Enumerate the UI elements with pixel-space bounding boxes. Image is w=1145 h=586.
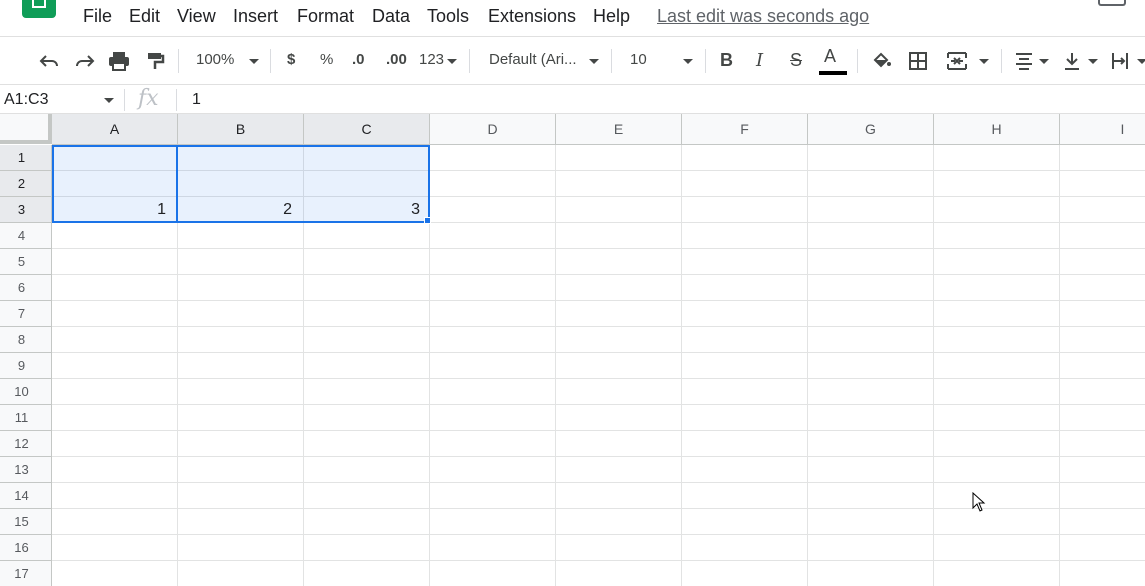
menu-insert[interactable]: Insert bbox=[233, 6, 278, 27]
fill-handle[interactable] bbox=[424, 217, 431, 224]
undo-icon[interactable] bbox=[36, 47, 62, 75]
menu-view[interactable]: View bbox=[177, 6, 216, 27]
row-header-10[interactable]: 10 bbox=[0, 379, 52, 405]
font-size-select[interactable]: 10 bbox=[630, 51, 647, 68]
borders-icon[interactable] bbox=[906, 47, 930, 75]
text-color-button[interactable]: A bbox=[824, 46, 836, 67]
row-header-17[interactable]: 17 bbox=[0, 561, 52, 586]
sheets-logo-icon[interactable] bbox=[22, 0, 56, 18]
merge-caret-icon[interactable] bbox=[979, 59, 989, 64]
column-header-g[interactable]: G bbox=[808, 114, 934, 145]
more-formats-caret-icon[interactable] bbox=[447, 59, 457, 64]
menu-extensions[interactable]: Extensions bbox=[488, 6, 576, 27]
more-formats-button[interactable]: 123 bbox=[419, 51, 444, 68]
text-wrapping-icon[interactable] bbox=[1108, 47, 1132, 75]
row-header-3[interactable]: 3 bbox=[0, 197, 52, 223]
font-size-caret-icon[interactable] bbox=[683, 59, 693, 64]
increase-decimal-button[interactable]: .00 bbox=[386, 51, 407, 68]
fx-icon: fx bbox=[138, 86, 159, 111]
print-icon[interactable] bbox=[106, 47, 132, 75]
row-header-7[interactable]: 7 bbox=[0, 301, 52, 327]
column-header-d[interactable]: D bbox=[430, 114, 556, 145]
select-all-corner[interactable] bbox=[0, 114, 52, 144]
cell-b3[interactable]: 2 bbox=[178, 201, 298, 219]
currency-format-button[interactable]: $ bbox=[287, 51, 295, 68]
row-header-13[interactable]: 13 bbox=[0, 457, 52, 483]
zoom-caret-icon[interactable] bbox=[249, 59, 259, 64]
font-caret-icon[interactable] bbox=[589, 59, 599, 64]
formula-input[interactable]: 1 bbox=[192, 91, 201, 109]
decrease-decimal-button[interactable]: .0 bbox=[352, 51, 365, 68]
menu-file[interactable]: File bbox=[83, 6, 112, 27]
row-header-5[interactable]: 5 bbox=[0, 249, 52, 275]
text-wrapping-caret-icon[interactable] bbox=[1137, 59, 1145, 64]
column-header-i[interactable]: I bbox=[1060, 114, 1145, 145]
row-header-2[interactable]: 2 bbox=[0, 171, 52, 197]
mouse-cursor-icon bbox=[972, 491, 986, 517]
fill-color-icon[interactable] bbox=[870, 47, 894, 75]
zoom-select[interactable]: 100% bbox=[196, 51, 234, 68]
column-header-h[interactable]: H bbox=[934, 114, 1060, 145]
vertical-align-caret-icon[interactable] bbox=[1088, 59, 1098, 64]
menu-edit[interactable]: Edit bbox=[129, 6, 160, 27]
row-header-11[interactable]: 11 bbox=[0, 405, 52, 431]
name-box[interactable]: A1:C3 bbox=[4, 91, 48, 109]
column-header-e[interactable]: E bbox=[556, 114, 682, 145]
text-color-swatch bbox=[819, 71, 847, 75]
last-edit-link[interactable]: Last edit was seconds ago bbox=[657, 6, 869, 27]
cell-a3[interactable]: 1 bbox=[52, 201, 172, 219]
menu-help[interactable]: Help bbox=[593, 6, 630, 27]
menu-tools[interactable]: Tools bbox=[427, 6, 469, 27]
column-header-b[interactable]: B bbox=[178, 114, 304, 145]
row-header-6[interactable]: 6 bbox=[0, 275, 52, 301]
column-header-f[interactable]: F bbox=[682, 114, 808, 145]
menu-format[interactable]: Format bbox=[297, 6, 354, 27]
font-select[interactable]: Default (Ari... bbox=[489, 51, 577, 68]
merge-cells-icon[interactable] bbox=[944, 47, 970, 75]
toolbar: 100% $ % .0 .00 123 Default (Ari... 10 B… bbox=[0, 36, 1145, 84]
cell-c3[interactable]: 3 bbox=[304, 201, 424, 219]
name-box-caret-icon[interactable] bbox=[104, 98, 114, 103]
menu-data[interactable]: Data bbox=[372, 6, 410, 27]
row-header-12[interactable]: 12 bbox=[0, 431, 52, 457]
row-header-9[interactable]: 9 bbox=[0, 353, 52, 379]
column-header-c[interactable]: C bbox=[304, 114, 430, 145]
redo-icon[interactable] bbox=[72, 47, 98, 75]
vertical-align-icon[interactable] bbox=[1060, 47, 1084, 75]
column-header-a[interactable]: A bbox=[52, 114, 178, 145]
row-header-1[interactable]: 1 bbox=[0, 145, 52, 171]
comment-icon[interactable] bbox=[1098, 0, 1126, 6]
horizontal-align-icon[interactable] bbox=[1012, 47, 1036, 75]
row-header-4[interactable]: 4 bbox=[0, 223, 52, 249]
paint-format-icon[interactable] bbox=[142, 47, 168, 75]
bold-button[interactable]: B bbox=[720, 50, 733, 71]
row-header-8[interactable]: 8 bbox=[0, 327, 52, 353]
italic-button[interactable]: I bbox=[756, 50, 763, 71]
menu-bar: File Edit View Insert Format Data Tools … bbox=[0, 0, 1145, 36]
row-header-14[interactable]: 14 bbox=[0, 483, 52, 509]
row-header-15[interactable]: 15 bbox=[0, 509, 52, 535]
horizontal-align-caret-icon[interactable] bbox=[1039, 59, 1049, 64]
strikethrough-button[interactable]: S bbox=[790, 50, 802, 71]
formula-bar: A1:C3 fx 1 bbox=[0, 84, 1145, 114]
row-header-16[interactable]: 16 bbox=[0, 535, 52, 561]
percent-format-button[interactable]: % bbox=[320, 51, 333, 68]
